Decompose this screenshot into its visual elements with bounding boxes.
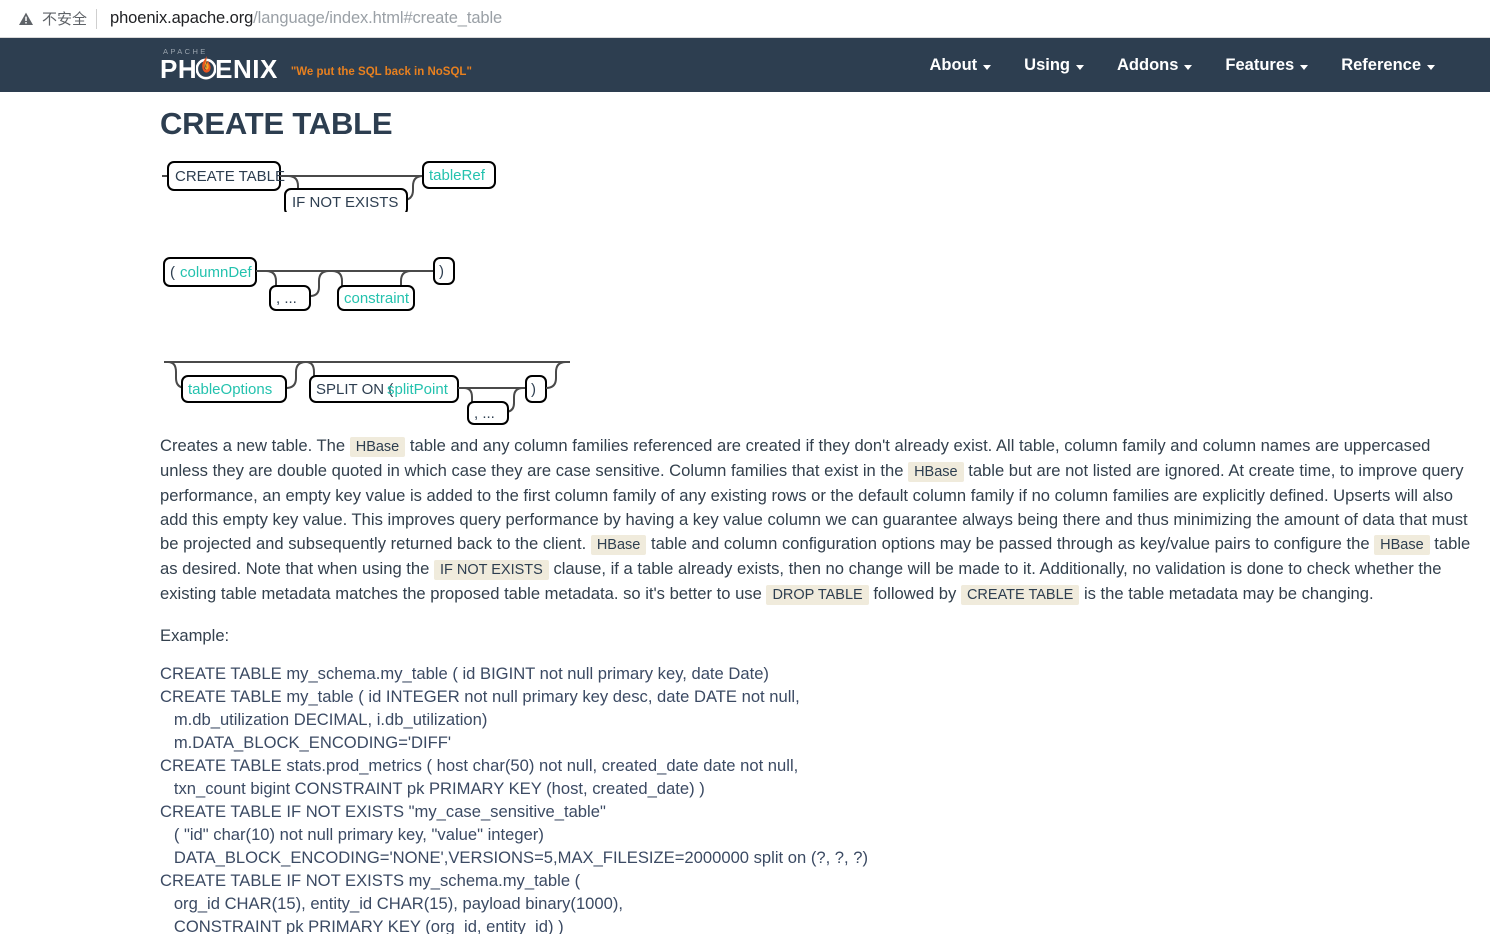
railroad-comma-loop-split: , ... [474, 405, 495, 422]
nav-item-about[interactable]: About [930, 56, 992, 75]
phoenix-wordmark: PH ENIX [160, 56, 278, 82]
inline-code-chip: HBase [590, 535, 647, 555]
chevron-down-icon [983, 64, 992, 70]
url-path: /language/index.html#create_table [253, 9, 503, 27]
site-navbar: APACHE PH ENIX "We put the SQL back in N… [0, 38, 1490, 92]
chevron-down-icon [1184, 64, 1193, 70]
railroad-nonterminal-splitpoint: splitPoint [387, 381, 449, 398]
nav-links: About Using Addons Features Reference [930, 55, 1435, 75]
nav-item-addons-label: Addons [1117, 55, 1179, 74]
nav-item-reference-label: Reference [1341, 55, 1421, 74]
railroad-diagram-row-1: CREATE TABLE IF NOT EXISTS tableRef [162, 161, 496, 212]
inline-code-chip: IF NOT EXISTS [433, 560, 549, 580]
railroad-diagram-row-3: tableOptions SPLIT ON ( splitPoint , ...… [164, 361, 570, 425]
phoenix-logo: APACHE PH ENIX [160, 48, 278, 83]
chevron-down-icon [1300, 64, 1309, 70]
nav-item-features[interactable]: Features [1225, 55, 1309, 75]
wordmark-part2: ENIX [215, 54, 278, 85]
page-content: CREATE TABLE CREATE TABLE IF NOT EXISTS … [0, 106, 1490, 934]
example-code-block: CREATE TABLE my_schema.my_table ( id BIG… [160, 664, 869, 934]
url-host: phoenix.apache.org [110, 9, 254, 27]
railroad-terminal-close-paren: ) [439, 263, 444, 280]
chevron-down-icon [1076, 64, 1084, 70]
railroad-terminal-split-on: SPLIT ON ( [316, 381, 393, 398]
url-text[interactable]: phoenix.apache.org/language/index.html#c… [110, 9, 502, 28]
description-paragraph: Creates a new table. The HBase table and… [160, 436, 1471, 605]
inline-code-chip: DROP TABLE [766, 585, 869, 605]
page-title: CREATE TABLE [160, 106, 393, 141]
nav-item-about-label: About [929, 55, 978, 74]
nav-item-addons[interactable]: Addons [1117, 55, 1193, 75]
inline-code-chip: CREATE TABLE [960, 585, 1080, 605]
wordmark-part1: PH [160, 54, 198, 85]
railroad-terminal-open-paren: ( [170, 264, 175, 281]
inline-code-chip: HBase [349, 437, 406, 457]
railroad-nonterminal-columndef: columnDef [180, 264, 253, 281]
nav-item-features-label: Features [1225, 55, 1295, 74]
security-status-label: 不安全 [42, 11, 88, 28]
warning-triangle-icon [18, 11, 34, 27]
railroad-diagram-row-2: ( columnDef , ... constraint ) [163, 257, 455, 311]
browser-url-bar[interactable]: 不安全 phoenix.apache.org/language/index.ht… [0, 0, 1490, 38]
railroad-terminal-close-paren-split: ) [531, 381, 536, 398]
example-label: Example: [160, 626, 230, 645]
railroad-terminal-if-not-exists: IF NOT EXISTS [292, 194, 398, 211]
brand-logo[interactable]: APACHE PH ENIX "We put the SQL back in N… [160, 48, 472, 83]
urlbar-divider [96, 8, 98, 29]
railroad-nonterminal-tableref: tableRef [429, 167, 486, 184]
railroad-comma-loop: , ... [276, 290, 297, 307]
inline-code-chip: HBase [1374, 535, 1430, 555]
flame-icon [195, 54, 217, 80]
brand-tagline: "We put the SQL back in NoSQL" [290, 66, 472, 79]
inline-code-chip: HBase [908, 462, 964, 482]
nav-item-using-label: Using [1024, 55, 1070, 74]
railroad-nonterminal-tableoptions: tableOptions [188, 381, 272, 398]
railroad-terminal-create-table: CREATE TABLE [175, 168, 285, 185]
chevron-down-icon [1427, 64, 1435, 70]
railroad-nonterminal-constraint: constraint [344, 290, 410, 307]
nav-item-using[interactable]: Using [1024, 56, 1084, 75]
nav-item-reference[interactable]: Reference [1341, 56, 1435, 75]
